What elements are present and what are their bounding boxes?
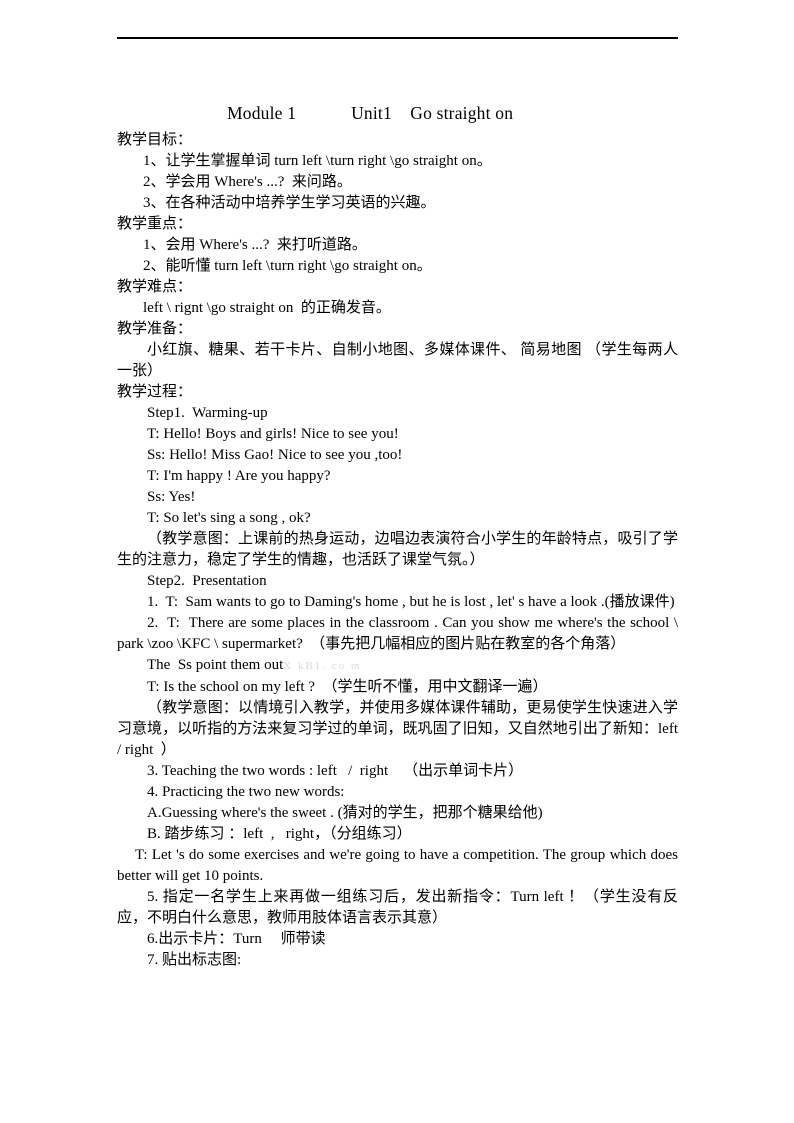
- step2-item-7: 7. 贴出标志图:: [147, 952, 242, 968]
- objective-item-1: 1、让学生掌握单词 turn left \turn right \go stra…: [143, 153, 492, 169]
- step2-label: Step2. Presentation: [147, 573, 267, 589]
- step2-item-2: 2. T: There are some places in the class…: [117, 615, 682, 652]
- objective-item-2: 2、学会用 Where's ...? 来问路。: [143, 174, 352, 190]
- difficulty-item-1: left \ rignt \go straight on 的正确发音。: [143, 300, 391, 316]
- step1-label: Step1. Warming-up: [147, 405, 268, 421]
- step1-line-3: T: I'm happy ! Are you happy?: [147, 468, 331, 484]
- step2-item-4: 4. Practicing the two new words:: [147, 784, 345, 800]
- step2-item-1: 1. T: Sam wants to go to Daming's home ,…: [147, 594, 675, 610]
- step2-point-text: The Ss point them out: [147, 657, 284, 673]
- header-rule: [117, 37, 678, 39]
- site-watermark: X kB1. co m: [283, 660, 362, 672]
- step1-intent-note: （教学意图：上课前的热身运动，边唱边表演符合小学生的年龄特点，吸引了学生的注意力…: [117, 531, 678, 568]
- document-body: Module 1 Unit1 Go straight on 教学目标： 1、让学…: [117, 100, 678, 971]
- key-point-item-2: 2、能听懂 turn left \turn right \go straight…: [143, 258, 432, 274]
- step2-item-4a: A.Guessing where's the sweet . (猜对的学生，把那…: [147, 805, 543, 821]
- step2-item-6: 6.出示卡片：Turn 师带读: [147, 931, 326, 947]
- step1-line-2: Ss: Hello! Miss Gao! Nice to see you ,to…: [147, 447, 403, 463]
- objective-item-3: 3、在各种活动中培养学生学习英语的兴趣。: [143, 195, 436, 211]
- step2-ask-line: T: Is the school on my left ? （学生听不懂，用中文…: [147, 679, 548, 695]
- step1-line-1: T: Hello! Boys and girls! Nice to see yo…: [147, 426, 399, 442]
- section-heading-preparation: 教学准备：: [117, 321, 193, 337]
- key-point-item-1: 1、会用 Where's ...? 来打听道路。: [143, 237, 367, 253]
- step2-item-3: 3. Teaching the two words : left / right…: [147, 763, 524, 779]
- step2-item-5: 5. 指定一名学生上来再做一组练习后，发出新指令：Turn left ！（学生没…: [117, 889, 678, 926]
- page-title: Module 1 Unit1 Go straight on: [227, 103, 514, 123]
- step2-point-line: The Ss point them outX kB1. co m: [117, 655, 678, 677]
- section-heading-key-points: 教学重点：: [117, 216, 193, 232]
- step2-competition-line: T: Let 's do some exercises and we're go…: [117, 847, 682, 884]
- step1-line-5: T: So let's sing a song , ok?: [147, 510, 311, 526]
- section-heading-process: 教学过程：: [117, 384, 193, 400]
- document-page: Module 1 Unit1 Go straight on 教学目标： 1、让学…: [0, 0, 794, 1123]
- preparation-item-1: 小红旗、糖果、若干卡片、自制小地图、多媒体课件、 简易地图 （学生每两人一张）: [117, 342, 678, 379]
- step1-line-4: Ss: Yes!: [147, 489, 196, 505]
- step2-item-4b: B. 踏步练习 ：left , right，（分组练习）: [147, 826, 412, 842]
- section-heading-difficulties: 教学难点：: [117, 279, 193, 295]
- section-heading-objectives: 教学目标：: [117, 132, 193, 148]
- step2-intent-note: （教学意图：以情境引入教学，并使用多媒体课件辅助，更易使学生快速进入学习意境，以…: [117, 700, 682, 758]
